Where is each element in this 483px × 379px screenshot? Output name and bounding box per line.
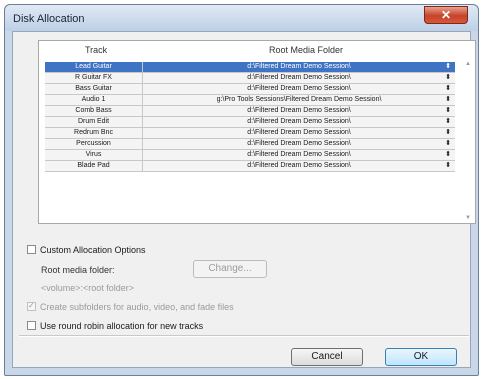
folder-path: d:\Filtered Dream Demo Session\ bbox=[247, 107, 351, 114]
folder-path: d:\Filtered Dream Demo Session\ bbox=[247, 63, 351, 70]
folder-path: d:\Filtered Dream Demo Session\ bbox=[247, 140, 351, 147]
create-subfolders-label: Create subfolders for audio, video, and … bbox=[40, 302, 234, 312]
track-name: Audio 1 bbox=[45, 95, 143, 105]
select-arrows-icon[interactable]: ⬍ bbox=[445, 106, 451, 116]
table-row[interactable]: Bass Guitar d:\Filtered Dream Demo Sessi… bbox=[45, 84, 455, 95]
select-arrows-icon[interactable]: ⬍ bbox=[445, 62, 451, 72]
track-name: Blade Pad bbox=[45, 161, 143, 171]
folder-select[interactable]: d:\Filtered Dream Demo Session\ ⬍ bbox=[143, 150, 455, 160]
track-name: Virus bbox=[45, 150, 143, 160]
table-row[interactable]: Lead Guitar d:\Filtered Dream Demo Sessi… bbox=[45, 62, 455, 73]
folder-select[interactable]: d:\Filtered Dream Demo Session\ ⬍ bbox=[143, 84, 455, 94]
scroll-down-icon[interactable]: ▼ bbox=[463, 215, 473, 221]
ok-button[interactable]: OK bbox=[385, 348, 457, 366]
scroll-up-icon[interactable]: ▲ bbox=[463, 61, 473, 67]
folder-select[interactable]: d:\Filtered Dream Demo Session\ ⬍ bbox=[143, 62, 455, 72]
folder-select[interactable]: d:\Filtered Dream Demo Session\ ⬍ bbox=[143, 73, 455, 83]
folder-path: d:\Filtered Dream Demo Session\ bbox=[247, 85, 351, 92]
table-row[interactable]: Virus d:\Filtered Dream Demo Session\ ⬍ bbox=[45, 150, 455, 161]
folder-select[interactable]: d:\Filtered Dream Demo Session\ ⬍ bbox=[143, 106, 455, 116]
close-icon: ✕ bbox=[440, 8, 452, 22]
table-scrollbar[interactable]: ▲ ▼ bbox=[463, 61, 473, 221]
folder-path: d:\Filtered Dream Demo Session\ bbox=[247, 118, 351, 125]
dialog-window: Disk Allocation ✕ Track Root Media Folde… bbox=[4, 4, 479, 376]
folder-path: d:\Filtered Dream Demo Session\ bbox=[247, 129, 351, 136]
custom-allocation-checkbox[interactable] bbox=[27, 245, 36, 254]
table-row[interactable]: Audio 1 g:\Pro Tools Sessions\Filtered D… bbox=[45, 95, 455, 106]
track-name: Drum Edit bbox=[45, 117, 143, 127]
track-name: Lead Guitar bbox=[45, 62, 143, 72]
column-header-track[interactable]: Track bbox=[85, 45, 107, 55]
round-robin-checkbox[interactable] bbox=[27, 321, 36, 330]
select-arrows-icon[interactable]: ⬍ bbox=[445, 161, 451, 171]
allocation-table: Track Root Media Folder Lead Guitar d:\F… bbox=[38, 40, 476, 224]
table-row[interactable]: Comb Bass d:\Filtered Dream Demo Session… bbox=[45, 106, 455, 117]
root-media-folder-label: Root media folder: bbox=[41, 265, 115, 275]
select-arrows-icon[interactable]: ⬍ bbox=[445, 95, 451, 105]
folder-path: g:\Pro Tools Sessions\Filtered Dream Dem… bbox=[216, 96, 382, 103]
folder-path: d:\Filtered Dream Demo Session\ bbox=[247, 162, 351, 169]
dialog-body: Track Root Media Folder Lead Guitar d:\F… bbox=[12, 31, 476, 368]
column-header-root-media-folder[interactable]: Root Media Folder bbox=[269, 45, 343, 55]
folder-select[interactable]: d:\Filtered Dream Demo Session\ ⬍ bbox=[143, 117, 455, 127]
folder-select[interactable]: g:\Pro Tools Sessions\Filtered Dream Dem… bbox=[143, 95, 455, 105]
select-arrows-icon[interactable]: ⬍ bbox=[445, 84, 451, 94]
folder-select[interactable]: d:\Filtered Dream Demo Session\ ⬍ bbox=[143, 139, 455, 149]
select-arrows-icon[interactable]: ⬍ bbox=[445, 73, 451, 83]
close-button[interactable]: ✕ bbox=[424, 6, 468, 24]
track-name: Bass Guitar bbox=[45, 84, 143, 94]
folder-path: d:\Filtered Dream Demo Session\ bbox=[247, 74, 351, 81]
table-row[interactable]: Redrum Bnc d:\Filtered Dream Demo Sessio… bbox=[45, 128, 455, 139]
change-button[interactable]: Change... bbox=[193, 260, 267, 278]
table-row[interactable]: Percussion d:\Filtered Dream Demo Sessio… bbox=[45, 139, 455, 150]
folder-select[interactable]: d:\Filtered Dream Demo Session\ ⬍ bbox=[143, 128, 455, 138]
window-title: Disk Allocation bbox=[13, 13, 85, 25]
folder-path: d:\Filtered Dream Demo Session\ bbox=[247, 151, 351, 158]
table-row[interactable]: Blade Pad d:\Filtered Dream Demo Session… bbox=[45, 161, 455, 172]
select-arrows-icon[interactable]: ⬍ bbox=[445, 150, 451, 160]
track-name: Percussion bbox=[45, 139, 143, 149]
select-arrows-icon[interactable]: ⬍ bbox=[445, 139, 451, 149]
track-name: Comb Bass bbox=[45, 106, 143, 116]
round-robin-label: Use round robin allocation for new track… bbox=[40, 321, 204, 331]
folder-select[interactable]: d:\Filtered Dream Demo Session\ ⬍ bbox=[143, 161, 455, 171]
track-name: R Guitar FX bbox=[45, 73, 143, 83]
select-arrows-icon[interactable]: ⬍ bbox=[445, 128, 451, 138]
select-arrows-icon[interactable]: ⬍ bbox=[445, 117, 451, 127]
track-name: Redrum Bnc bbox=[45, 128, 143, 138]
table-rows: Lead Guitar d:\Filtered Dream Demo Sessi… bbox=[45, 62, 455, 172]
custom-allocation-label: Custom Allocation Options bbox=[40, 245, 146, 255]
table-row[interactable]: R Guitar FX d:\Filtered Dream Demo Sessi… bbox=[45, 73, 455, 84]
create-subfolders-checkbox[interactable] bbox=[27, 301, 36, 311]
table-row[interactable]: Drum Edit d:\Filtered Dream Demo Session… bbox=[45, 117, 455, 128]
title-bar[interactable]: Disk Allocation ✕ bbox=[5, 5, 478, 31]
separator bbox=[19, 335, 469, 337]
cancel-button[interactable]: Cancel bbox=[291, 348, 363, 366]
path-template-text: <volume>:<root folder> bbox=[41, 283, 135, 293]
